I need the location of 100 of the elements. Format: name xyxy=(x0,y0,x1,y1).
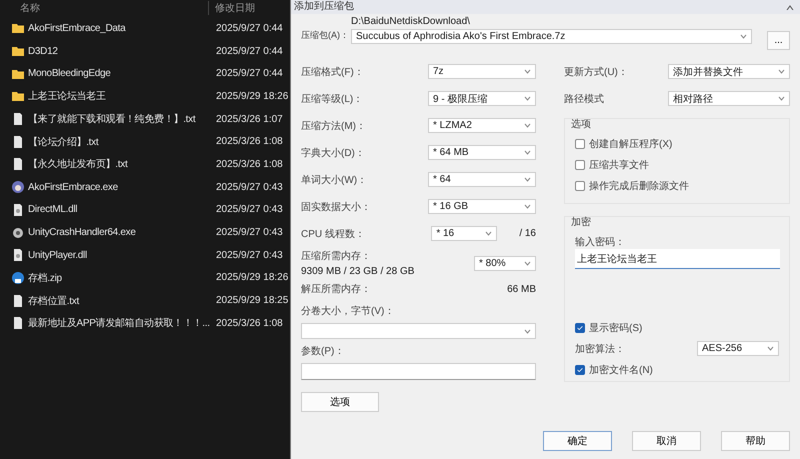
file-date: 2025/3/26 1:08 xyxy=(216,318,284,329)
document-icon xyxy=(12,113,24,126)
text-field[interactable] xyxy=(301,363,536,380)
field-label: 参数(P)： xyxy=(301,344,346,358)
check-icon xyxy=(576,366,584,374)
file-name[interactable]: MonoBleedingEdge xyxy=(28,68,216,80)
caret-icon xyxy=(524,150,531,155)
checkbox-label: 创建自解压程序(X) xyxy=(589,138,672,150)
dropdown[interactable]: AES-256 xyxy=(697,341,779,356)
file-name[interactable]: 【永久地址发布页】.txt xyxy=(28,157,216,172)
file-name[interactable]: 【来了就能下载和观看！纯免费！】.txt xyxy=(28,112,216,126)
caret-icon xyxy=(524,123,531,128)
field-label: 压缩等级(L)： xyxy=(301,92,364,106)
field-label: 更新方式(U)： xyxy=(564,66,628,78)
file-name[interactable]: DirectML.dll xyxy=(28,204,216,216)
column-header[interactable]: 名称 xyxy=(0,0,208,14)
caret-icon xyxy=(778,96,785,101)
file-name[interactable]: UnityCrashHandler64.exe xyxy=(28,227,216,238)
dropdown[interactable]: * 16 xyxy=(431,226,498,241)
checkbox-label: 加密文件名(N) xyxy=(589,364,653,376)
file-name[interactable]: 存档位置.txt xyxy=(28,294,216,308)
field-label: 路径模式 xyxy=(564,92,604,106)
group-title: 加密 xyxy=(571,216,591,229)
group-title: 选项 xyxy=(571,118,591,131)
dropdown[interactable]: 相对路径 xyxy=(668,91,790,106)
gear-icon xyxy=(12,226,24,239)
checkbox-label: 操作完成后删除源文件 xyxy=(589,180,689,192)
file-name[interactable]: AkoFirstEmbrace.exe xyxy=(28,182,216,193)
file-name[interactable]: UnityPlayer.dll xyxy=(28,250,216,261)
memory-value: 66 MB xyxy=(507,284,536,294)
file-date: 2025/3/26 1:08 xyxy=(216,136,284,148)
dropdown[interactable]: * 80% xyxy=(474,256,536,270)
dialog-button[interactable]: 确定 xyxy=(543,431,612,451)
field-label: 加密算法： xyxy=(575,342,625,356)
file-name[interactable]: 上老王论坛当老王 xyxy=(28,89,216,104)
document-icon xyxy=(12,317,24,330)
file-name[interactable]: 最新地址及APP请发邮箱自动获取！！！... xyxy=(28,316,216,330)
checkbox[interactable] xyxy=(575,180,585,190)
dialog-button[interactable]: 帮助 xyxy=(721,431,790,451)
file-date: 2025/9/29 18:26 xyxy=(216,90,290,102)
caret-icon xyxy=(767,346,774,351)
field-label: 字典大小(D)： xyxy=(301,146,365,160)
field-label: 压缩方法(M)： xyxy=(301,120,366,132)
dropdown[interactable]: 9 - 极限压缩 xyxy=(428,91,536,106)
file-name[interactable]: D3D12 xyxy=(28,46,216,57)
app-icon xyxy=(12,181,24,194)
field-label: 单词大小(W)： xyxy=(301,174,368,186)
file-date: 2025/9/27 0:43 xyxy=(216,227,284,238)
caret-icon xyxy=(524,260,531,266)
field-label: 压缩所需内存： xyxy=(301,250,372,263)
caret-icon xyxy=(524,204,531,209)
file-name[interactable]: AkoFirstEmbrace_Data xyxy=(28,22,216,34)
file-date: 2025/9/29 18:26 xyxy=(216,272,290,284)
field-label: 固实数据大小： xyxy=(301,200,371,214)
options-button[interactable]: 选项 xyxy=(301,392,379,412)
memory-value: 9309 MB / 23 GB / 28 GB xyxy=(301,266,414,277)
folder-icon xyxy=(12,45,24,58)
document-icon xyxy=(12,294,24,307)
gear-document-icon xyxy=(12,204,24,216)
dropdown[interactable]: * 64 MB xyxy=(428,145,536,160)
field-label: 压缩格式(F)： xyxy=(301,66,364,78)
file-date: 2025/3/26 1:07 xyxy=(216,114,284,125)
file-date: 2025/9/27 0:43 xyxy=(216,250,284,261)
field-label: 分卷大小，字节(V)： xyxy=(301,304,396,318)
field-label: 压缩包(A)： xyxy=(301,29,350,42)
password-field[interactable]: 上老王论坛当老王 xyxy=(575,249,780,269)
archive-icon xyxy=(12,272,24,284)
checkbox[interactable] xyxy=(575,322,585,332)
dropdown[interactable]: * 64 xyxy=(428,172,536,187)
checkbox-label: 压缩共享文件 xyxy=(589,158,649,172)
checkbox[interactable] xyxy=(575,138,585,148)
caret-icon xyxy=(524,328,531,334)
file-date: 2025/9/27 0:44 xyxy=(216,46,284,57)
caret-icon xyxy=(740,34,747,39)
caret-icon xyxy=(524,69,531,74)
document-icon xyxy=(12,158,24,170)
file-name[interactable]: 【论坛介绍】.txt xyxy=(28,134,216,149)
dropdown[interactable]: * LZMA2 xyxy=(428,118,536,133)
dropdown[interactable]: 添加并替换文件 xyxy=(668,64,790,79)
dropdown[interactable]: Succubus of Aphrodisia Ako's First Embrace.7z xyxy=(351,29,752,44)
browse-button[interactable]: ... xyxy=(767,31,790,50)
checkbox[interactable] xyxy=(575,160,585,170)
field-label: 输入密码： xyxy=(575,236,626,249)
folder-icon xyxy=(12,68,24,80)
field-label: CPU 线程数： xyxy=(301,228,365,240)
dropdown[interactable]: * 16 GB xyxy=(428,199,536,214)
file-date: 2025/9/29 18:25 xyxy=(216,295,290,306)
caret-icon xyxy=(485,231,492,236)
column-header[interactable]: 修改日期 xyxy=(208,0,255,14)
caret-icon xyxy=(524,96,531,101)
caret-icon xyxy=(524,177,531,182)
folder-icon xyxy=(12,90,24,102)
file-name[interactable]: 存档.zip xyxy=(28,270,216,285)
dialog-button[interactable]: 取消 xyxy=(632,431,701,451)
dropdown[interactable]: 7z xyxy=(428,64,536,79)
caret-icon xyxy=(778,69,785,74)
checkbox[interactable] xyxy=(575,364,585,374)
file-date: 2025/9/27 0:43 xyxy=(216,204,284,216)
checkbox-label: 显示密码(S) xyxy=(589,322,642,334)
file-date: 2025/9/27 0:44 xyxy=(216,68,284,80)
